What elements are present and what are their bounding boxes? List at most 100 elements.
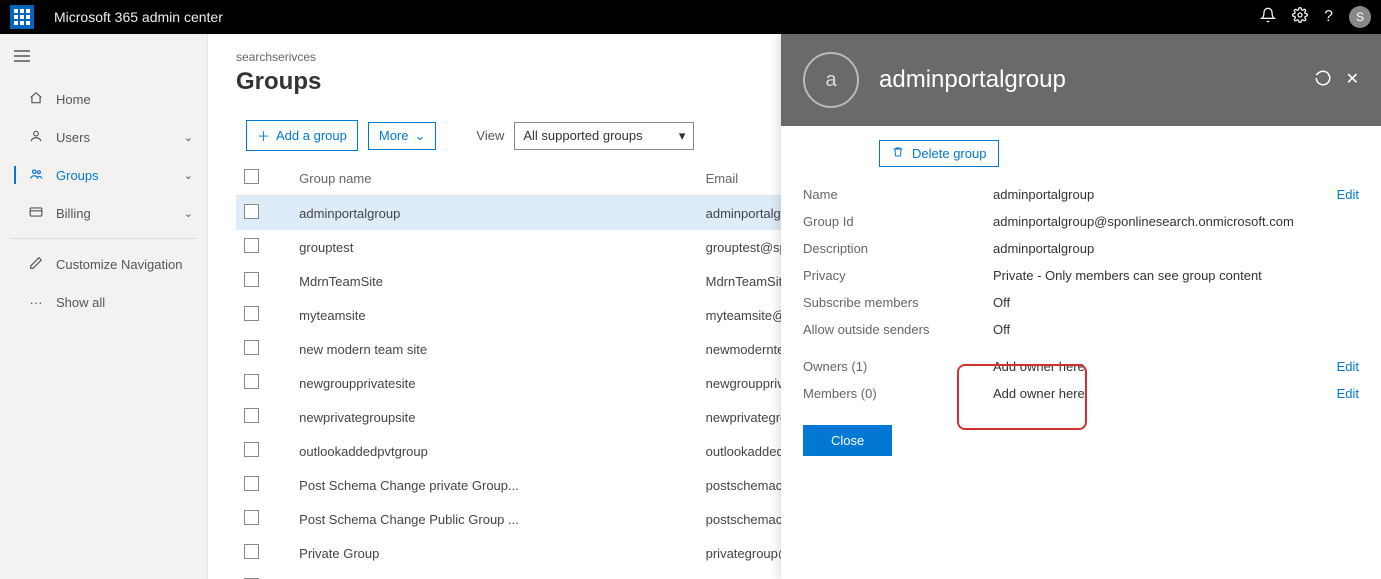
panel-body: Delete group Name adminportalgroup Edit … <box>781 126 1381 579</box>
plus-icon: ＋ <box>257 126 270 145</box>
button-label: More <box>379 128 409 143</box>
field-value-annotation: Add owner here <box>993 359 1329 374</box>
row-checkbox[interactable] <box>244 340 259 355</box>
sidebar-item-label: Billing <box>56 206 184 221</box>
row-checkbox[interactable] <box>244 476 259 491</box>
panel-title: adminportalgroup <box>879 66 1066 94</box>
app-launcher-icon[interactable] <box>10 5 34 29</box>
row-checkbox[interactable] <box>244 272 259 287</box>
card-icon <box>26 205 46 222</box>
view-filter-select[interactable]: All supported groups ▾ <box>514 122 694 150</box>
sidebar-item-groups[interactable]: Groups ⌄ <box>0 156 207 194</box>
select-all-checkbox[interactable] <box>244 169 259 184</box>
cell-name: Private Title Group Test Sridhar <box>291 570 697 579</box>
cell-name: Post Schema Change private Group... <box>291 468 697 502</box>
more-button[interactable]: More ⌄ <box>368 122 437 150</box>
user-icon <box>26 129 46 146</box>
field-value: adminportalgroup <box>993 241 1329 256</box>
chevron-down-icon: ⌄ <box>184 207 193 220</box>
button-label: Add a group <box>276 128 347 143</box>
field-label: Privacy <box>803 268 993 283</box>
sidebar-item-users[interactable]: Users ⌄ <box>0 118 207 156</box>
row-checkbox[interactable] <box>244 204 259 219</box>
home-icon <box>26 91 46 108</box>
field-value: adminportalgroup <box>993 187 1329 202</box>
cell-name: adminportalgroup <box>291 196 697 231</box>
edit-link[interactable]: Edit <box>1329 359 1359 374</box>
sidebar-item-customize[interactable]: Customize Navigation <box>0 245 207 283</box>
chevron-down-icon: ⌄ <box>414 128 425 144</box>
nav-toggle-icon[interactable] <box>0 42 207 70</box>
cell-name: grouptest <box>291 230 697 264</box>
cell-name: Private Group <box>291 536 697 570</box>
row-checkbox[interactable] <box>244 238 259 253</box>
cell-name: newgroupprivatesite <box>291 366 697 400</box>
column-header-name[interactable]: Group name <box>291 161 697 196</box>
close-icon[interactable]: ✕ <box>1346 69 1359 92</box>
field-value-annotation: Add owner here <box>993 386 1329 401</box>
field-owners: Owners (1) Add owner here Edit <box>803 353 1359 380</box>
field-outside: Allow outside senders Off <box>803 316 1359 343</box>
row-checkbox[interactable] <box>244 374 259 389</box>
groups-icon <box>26 167 46 184</box>
field-subscribe: Subscribe members Off <box>803 289 1359 316</box>
field-privacy: Privacy Private - Only members can see g… <box>803 262 1359 289</box>
field-members: Members (0) Add owner here Edit <box>803 380 1359 407</box>
edit-icon <box>26 256 46 273</box>
field-label: Owners (1) <box>803 359 993 374</box>
sidebar-item-label: Groups <box>56 168 184 183</box>
row-checkbox[interactable] <box>244 510 259 525</box>
sidebar-item-label: Customize Navigation <box>56 257 193 272</box>
field-value: Off <box>993 295 1329 310</box>
field-label: Name <box>803 187 993 202</box>
add-group-button[interactable]: ＋ Add a group <box>246 120 358 151</box>
field-label: Group Id <box>803 214 993 229</box>
sidebar-item-label: Home <box>56 92 193 107</box>
edit-link[interactable]: Edit <box>1329 187 1359 202</box>
settings-icon[interactable] <box>1292 7 1308 28</box>
field-value: Off <box>993 322 1329 337</box>
delete-group-button[interactable]: Delete group <box>879 140 999 167</box>
row-checkbox[interactable] <box>244 408 259 423</box>
cell-name: myteamsite <box>291 298 697 332</box>
chevron-down-icon: ⌄ <box>184 131 193 144</box>
panel-header: a adminportalgroup ✕ <box>781 34 1381 126</box>
cell-name: MdrnTeamSite <box>291 264 697 298</box>
field-label: Description <box>803 241 993 256</box>
row-checkbox[interactable] <box>244 544 259 559</box>
field-label: Members (0) <box>803 386 993 401</box>
group-avatar: a <box>803 52 859 108</box>
sidebar-item-showall[interactable]: ··· Show all <box>0 283 207 321</box>
chevron-down-icon: ⌄ <box>184 169 193 182</box>
field-name: Name adminportalgroup Edit <box>803 181 1359 208</box>
notifications-icon[interactable] <box>1260 7 1276 28</box>
help-icon[interactable]: ? <box>1324 8 1333 26</box>
field-description: Description adminportalgroup <box>803 235 1359 262</box>
button-label: Delete group <box>912 146 986 161</box>
cell-name: newprivategroupsite <box>291 400 697 434</box>
row-checkbox[interactable] <box>244 306 259 321</box>
app-title: Microsoft 365 admin center <box>54 9 223 25</box>
field-label: Allow outside senders <box>803 322 993 337</box>
cell-name: outlookaddedpvtgroup <box>291 434 697 468</box>
sidebar-item-billing[interactable]: Billing ⌄ <box>0 194 207 232</box>
refresh-icon[interactable] <box>1314 69 1332 92</box>
field-value: adminportalgroup@sponlinesearch.onmicros… <box>993 214 1329 229</box>
edit-link[interactable]: Edit <box>1329 386 1359 401</box>
cell-name: new modern team site <box>291 332 697 366</box>
details-panel: a adminportalgroup ✕ Delete group Name a… <box>781 34 1381 579</box>
user-avatar[interactable]: S <box>1349 6 1371 28</box>
sidebar-item-label: Users <box>56 130 184 145</box>
left-nav: Home Users ⌄ Groups ⌄ Billing ⌄ <box>0 34 208 579</box>
view-label: View <box>476 128 504 143</box>
field-label: Subscribe members <box>803 295 993 310</box>
sidebar-item-label: Show all <box>56 295 193 310</box>
field-groupid: Group Id adminportalgroup@sponlinesearch… <box>803 208 1359 235</box>
sidebar-item-home[interactable]: Home <box>0 80 207 118</box>
more-icon: ··· <box>26 295 46 310</box>
top-bar: Microsoft 365 admin center ? S <box>0 0 1381 34</box>
cell-name: Post Schema Change Public Group ... <box>291 502 697 536</box>
row-checkbox[interactable] <box>244 442 259 457</box>
select-value: All supported groups <box>523 128 642 143</box>
close-button[interactable]: Close <box>803 425 892 456</box>
